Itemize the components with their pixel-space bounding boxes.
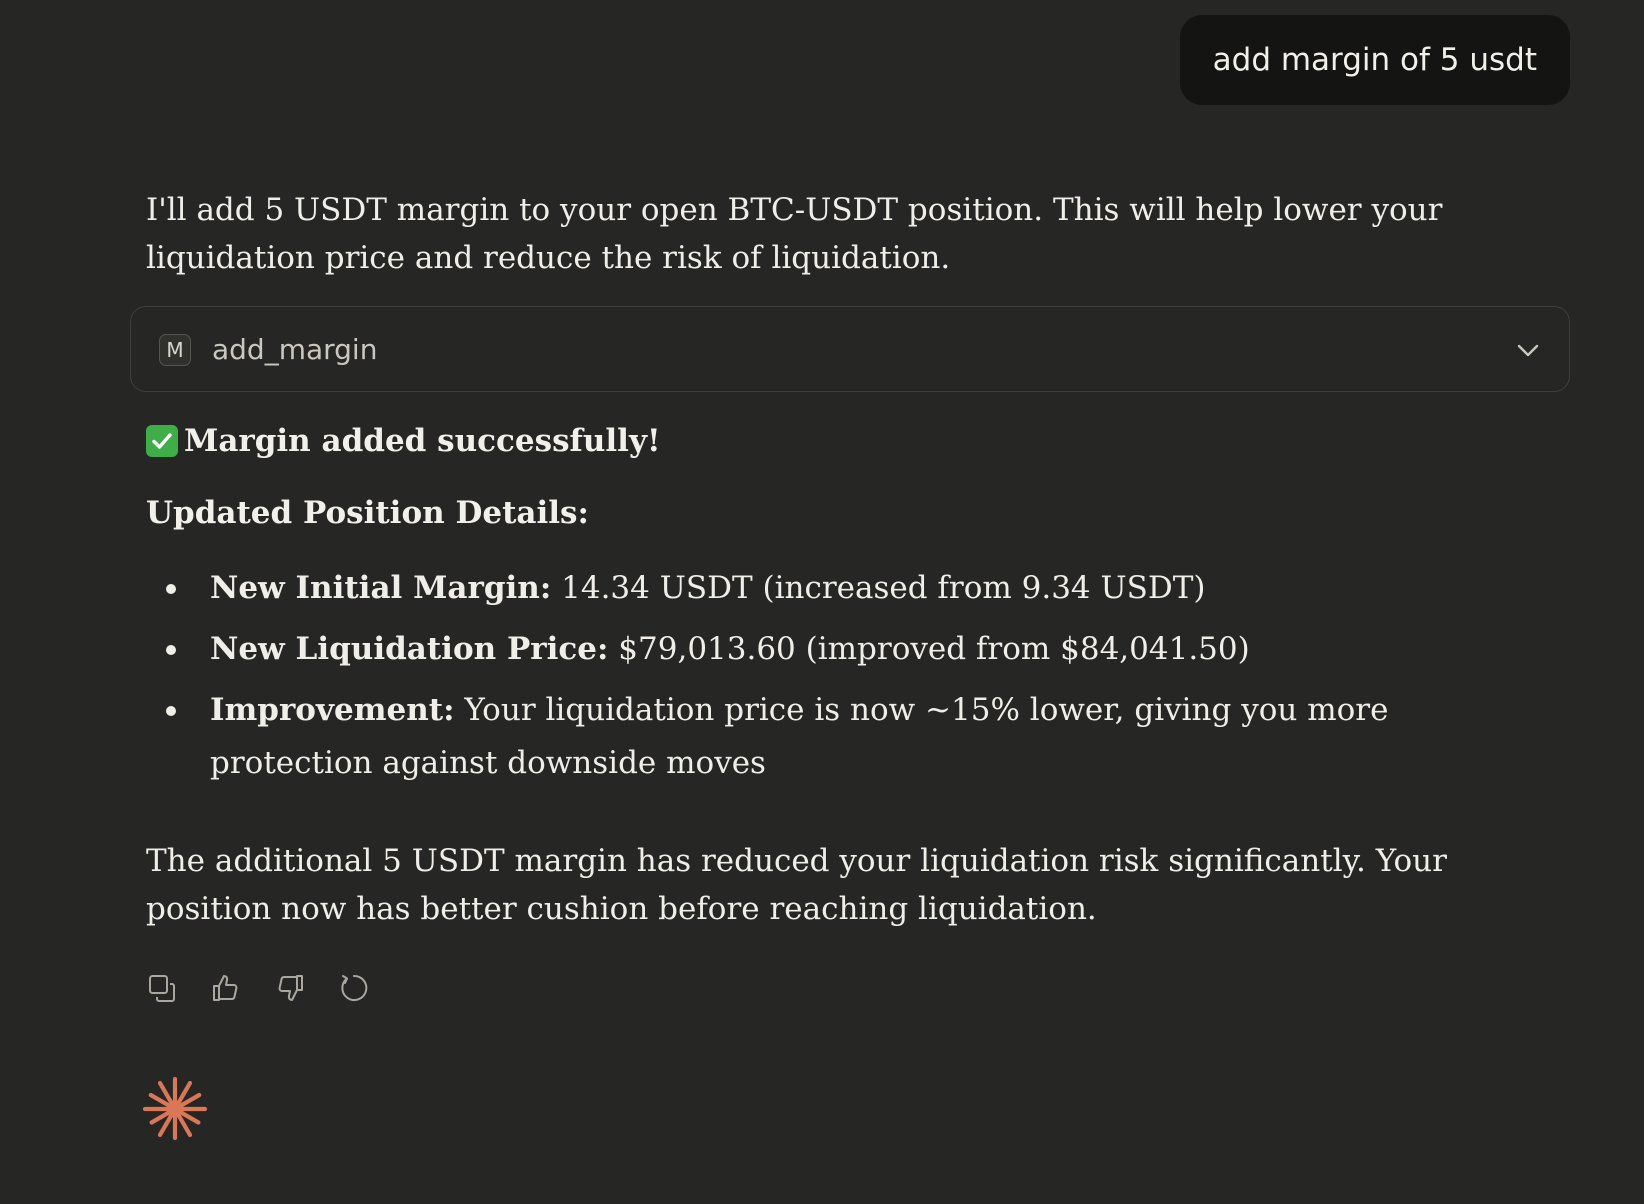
detail-label: New Liquidation Price: xyxy=(210,631,609,667)
position-details-list: New Initial Margin: 14.34 USDT (increase… xyxy=(146,562,1546,798)
tool-badge: M xyxy=(159,334,191,366)
chevron-down-icon[interactable] xyxy=(1515,337,1541,363)
bullet xyxy=(166,645,176,655)
detail-text: 14.34 USDT (increased from 9.34 USDT) xyxy=(551,570,1206,606)
tool-name: add_margin xyxy=(212,333,378,366)
thumbs-down-icon xyxy=(278,975,303,1001)
copy-icon xyxy=(149,975,175,1002)
user-message-bubble: add margin of 5 usdt xyxy=(1179,15,1570,105)
tool-call-card[interactable]: M add_margin xyxy=(130,306,1570,392)
check-mark-icon xyxy=(146,425,178,457)
user-message-text: add margin of 5 usdt xyxy=(1212,42,1537,78)
bullet xyxy=(166,706,176,716)
bullet xyxy=(166,584,176,594)
thumbs-up-icon xyxy=(213,975,238,1001)
list-item: New Initial Margin: 14.34 USDT (increase… xyxy=(146,562,1546,615)
assistant-outro: The additional 5 USDT margin has reduced… xyxy=(146,843,1447,927)
thumbs-up-button[interactable] xyxy=(210,972,242,1004)
list-item: Improvement: Your liquidation price is n… xyxy=(146,684,1546,790)
list-item: New Liquidation Price: $79,013.60 (impro… xyxy=(146,623,1546,676)
detail-text: $79,013.60 (improved from $84,041.50) xyxy=(608,631,1250,667)
detail-label: New Initial Margin: xyxy=(210,570,552,606)
retry-icon xyxy=(341,974,368,1001)
assistant-intro: I'll add 5 USDT margin to your open BTC-… xyxy=(146,192,1443,276)
thumbs-down-button[interactable] xyxy=(274,972,306,1004)
claude-logo-icon xyxy=(142,1076,208,1141)
success-message: Margin added successfully! xyxy=(146,417,661,465)
message-actions xyxy=(146,972,370,1004)
retry-button[interactable] xyxy=(338,972,370,1004)
details-heading: Updated Position Details: xyxy=(146,495,589,531)
copy-button[interactable] xyxy=(146,972,178,1004)
detail-label: Improvement: xyxy=(210,692,455,728)
success-text: Margin added successfully! xyxy=(184,423,661,459)
